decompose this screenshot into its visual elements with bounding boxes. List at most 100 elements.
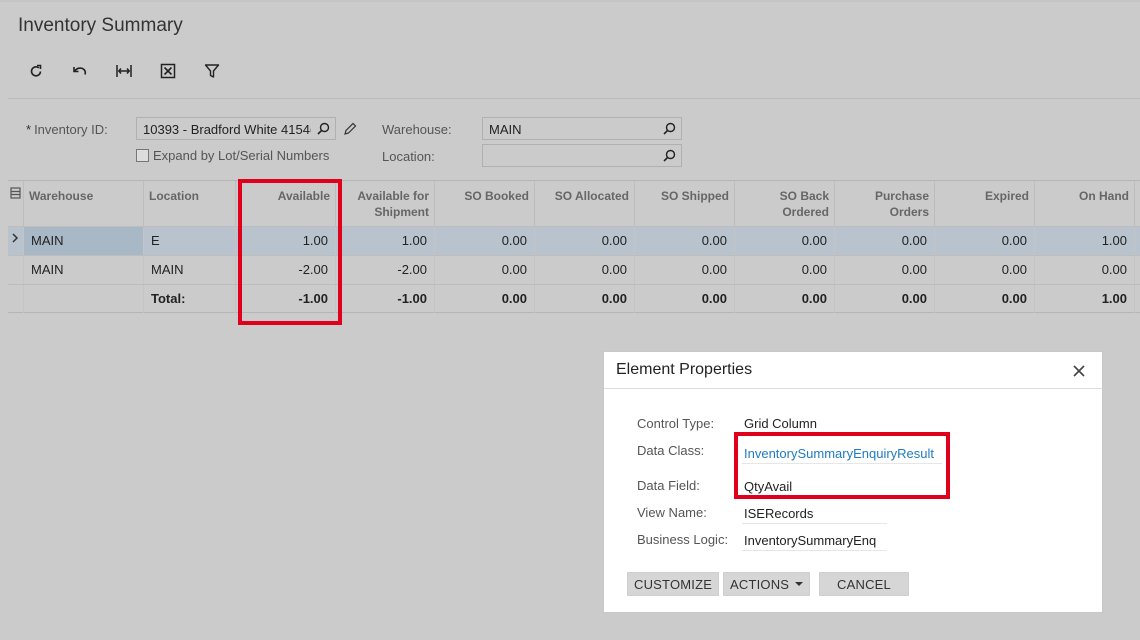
col-header-purchase-orders[interactable]: Purchase Orders	[835, 181, 935, 226]
cell-purchase-orders[interactable]: 0.00	[835, 227, 935, 255]
search-icon[interactable]	[663, 149, 676, 162]
total-so-shipped: 0.00	[635, 285, 735, 313]
warehouse-label: Warehouse:	[382, 122, 452, 137]
location-label: Location:	[382, 149, 435, 164]
cell-so-shipped[interactable]: 0.00	[635, 256, 735, 284]
inventory-grid: Warehouse Location Available Available f…	[8, 180, 1140, 313]
data-class-label: Data Class:	[637, 443, 705, 458]
col-header-warehouse[interactable]: Warehouse	[24, 181, 144, 226]
filter-icon	[204, 64, 220, 78]
total-available: -1.00	[236, 285, 336, 313]
customize-button[interactable]: CUSTOMIZE	[627, 572, 720, 596]
fit-columns-button[interactable]	[102, 58, 146, 84]
data-class-link[interactable]: InventorySummaryEnquiryResult	[742, 444, 942, 464]
expand-lot-serial-label: Expand by Lot/Serial Numbers	[153, 148, 330, 163]
cell-expired[interactable]: 0.00	[935, 256, 1035, 284]
cell-location[interactable]: MAIN	[144, 256, 236, 284]
business-logic-value: InventorySummaryEnq	[742, 531, 887, 551]
cell-warehouse[interactable]: MAIN	[24, 227, 144, 255]
dialog-title: Element Properties	[604, 352, 1102, 389]
cell-purchase-orders[interactable]: 0.00	[835, 256, 935, 284]
row-selector[interactable]	[8, 227, 24, 255]
actions-button[interactable]: ACTIONS	[723, 572, 811, 596]
required-marker: *	[26, 122, 32, 137]
table-row[interactable]: MAIN MAIN -2.00 -2.00 0.00 0.00 0.00 0.0…	[8, 255, 1140, 284]
cell-available[interactable]: 1.00	[236, 227, 336, 255]
table-row[interactable]: MAIN E 1.00 1.00 0.00 0.00 0.00 0.00 0.0…	[8, 226, 1140, 255]
cell-so-back-ordered[interactable]: 0.00	[735, 256, 835, 284]
col-header-on-hand[interactable]: On Hand	[1035, 181, 1135, 226]
col-header-available-for-shipment[interactable]: Available for Shipment	[336, 181, 435, 226]
location-field[interactable]	[482, 144, 682, 167]
cell-available-for-shipment[interactable]: -2.00	[336, 256, 435, 284]
control-type-label: Control Type:	[637, 416, 715, 431]
col-header-location[interactable]: Location	[144, 181, 236, 226]
col-header-so-allocated[interactable]: SO Allocated	[535, 181, 635, 226]
data-field-value: QtyAvail	[742, 477, 887, 497]
cell-so-allocated[interactable]: 0.00	[535, 256, 635, 284]
inventory-id-field[interactable]: 10393 - Bradford White 4154(	[136, 117, 336, 140]
column-settings-icon[interactable]	[10, 187, 21, 199]
page-title: Inventory Summary	[18, 15, 183, 36]
total-so-booked: 0.00	[435, 285, 535, 313]
search-icon[interactable]	[317, 122, 330, 135]
inventory-id-label-text: Inventory ID:	[34, 122, 108, 137]
refresh-button[interactable]	[14, 58, 58, 84]
grid-settings-header[interactable]	[8, 181, 24, 226]
cancel-button[interactable]: CANCEL	[819, 572, 909, 596]
cell-on-hand[interactable]: 0.00	[1035, 256, 1135, 284]
control-type-value: Grid Column	[742, 414, 887, 434]
warehouse-field[interactable]: MAIN	[482, 117, 682, 140]
export-excel-icon	[160, 63, 176, 79]
search-icon[interactable]	[663, 122, 676, 135]
expand-lot-serial-checkbox[interactable]	[136, 149, 149, 162]
cell-expired[interactable]: 0.00	[935, 227, 1035, 255]
inventory-id-value: 10393 - Bradford White 4154(	[143, 122, 311, 137]
cell-on-hand[interactable]: 1.00	[1035, 227, 1135, 255]
cell-warehouse-total	[24, 285, 144, 313]
row-selector	[8, 285, 24, 313]
inventory-id-label: * Inventory ID:	[26, 122, 108, 137]
col-header-expired[interactable]: Expired	[935, 181, 1035, 226]
business-logic-label: Business Logic:	[637, 532, 729, 547]
refresh-icon	[30, 64, 42, 77]
total-label: Total:	[144, 285, 236, 313]
undo-icon	[73, 67, 87, 75]
cell-so-booked[interactable]: 0.00	[435, 227, 535, 255]
toolbar	[14, 58, 234, 84]
data-field-label: Data Field:	[637, 478, 700, 493]
filter-button[interactable]	[190, 58, 234, 84]
col-header-so-shipped[interactable]: SO Shipped	[635, 181, 735, 226]
expand-lot-serial-option[interactable]: Expand by Lot/Serial Numbers	[136, 148, 329, 163]
view-name-value: ISERecords	[742, 504, 887, 524]
total-row: Total: -1.00 -1.00 0.00 0.00 0.00 0.00 0…	[8, 284, 1140, 313]
total-on-hand: 1.00	[1035, 285, 1135, 313]
cell-available-for-shipment[interactable]: 1.00	[336, 227, 435, 255]
close-icon[interactable]	[1072, 364, 1086, 378]
col-header-available[interactable]: Available	[236, 181, 336, 226]
total-so-allocated: 0.00	[535, 285, 635, 313]
total-available-for-shipment: -1.00	[336, 285, 435, 313]
cell-so-shipped[interactable]: 0.00	[635, 227, 735, 255]
view-name-label: View Name:	[637, 505, 707, 520]
edit-pencil-icon[interactable]	[343, 122, 357, 136]
undo-button[interactable]	[58, 58, 102, 84]
cell-so-booked[interactable]: 0.00	[435, 256, 535, 284]
actions-label: ACTIONS	[730, 576, 790, 592]
col-header-so-back-ordered[interactable]: SO Back Ordered	[735, 181, 835, 226]
warehouse-value: MAIN	[489, 122, 522, 137]
total-expired: 0.00	[935, 285, 1035, 313]
cell-location[interactable]: E	[144, 227, 236, 255]
col-header-so-booked[interactable]: SO Booked	[435, 181, 535, 226]
cell-so-back-ordered[interactable]: 0.00	[735, 227, 835, 255]
total-purchase-orders: 0.00	[835, 285, 935, 313]
export-excel-button[interactable]	[146, 58, 190, 84]
chevron-right-icon	[12, 233, 19, 243]
top-border	[0, 0, 1140, 2]
row-selector[interactable]	[8, 256, 24, 284]
cell-available[interactable]: -2.00	[236, 256, 336, 284]
total-so-back-ordered: 0.00	[735, 285, 835, 313]
cell-so-allocated[interactable]: 0.00	[535, 227, 635, 255]
cell-warehouse[interactable]: MAIN	[24, 256, 144, 284]
cancel-label: CANCEL	[837, 576, 891, 592]
